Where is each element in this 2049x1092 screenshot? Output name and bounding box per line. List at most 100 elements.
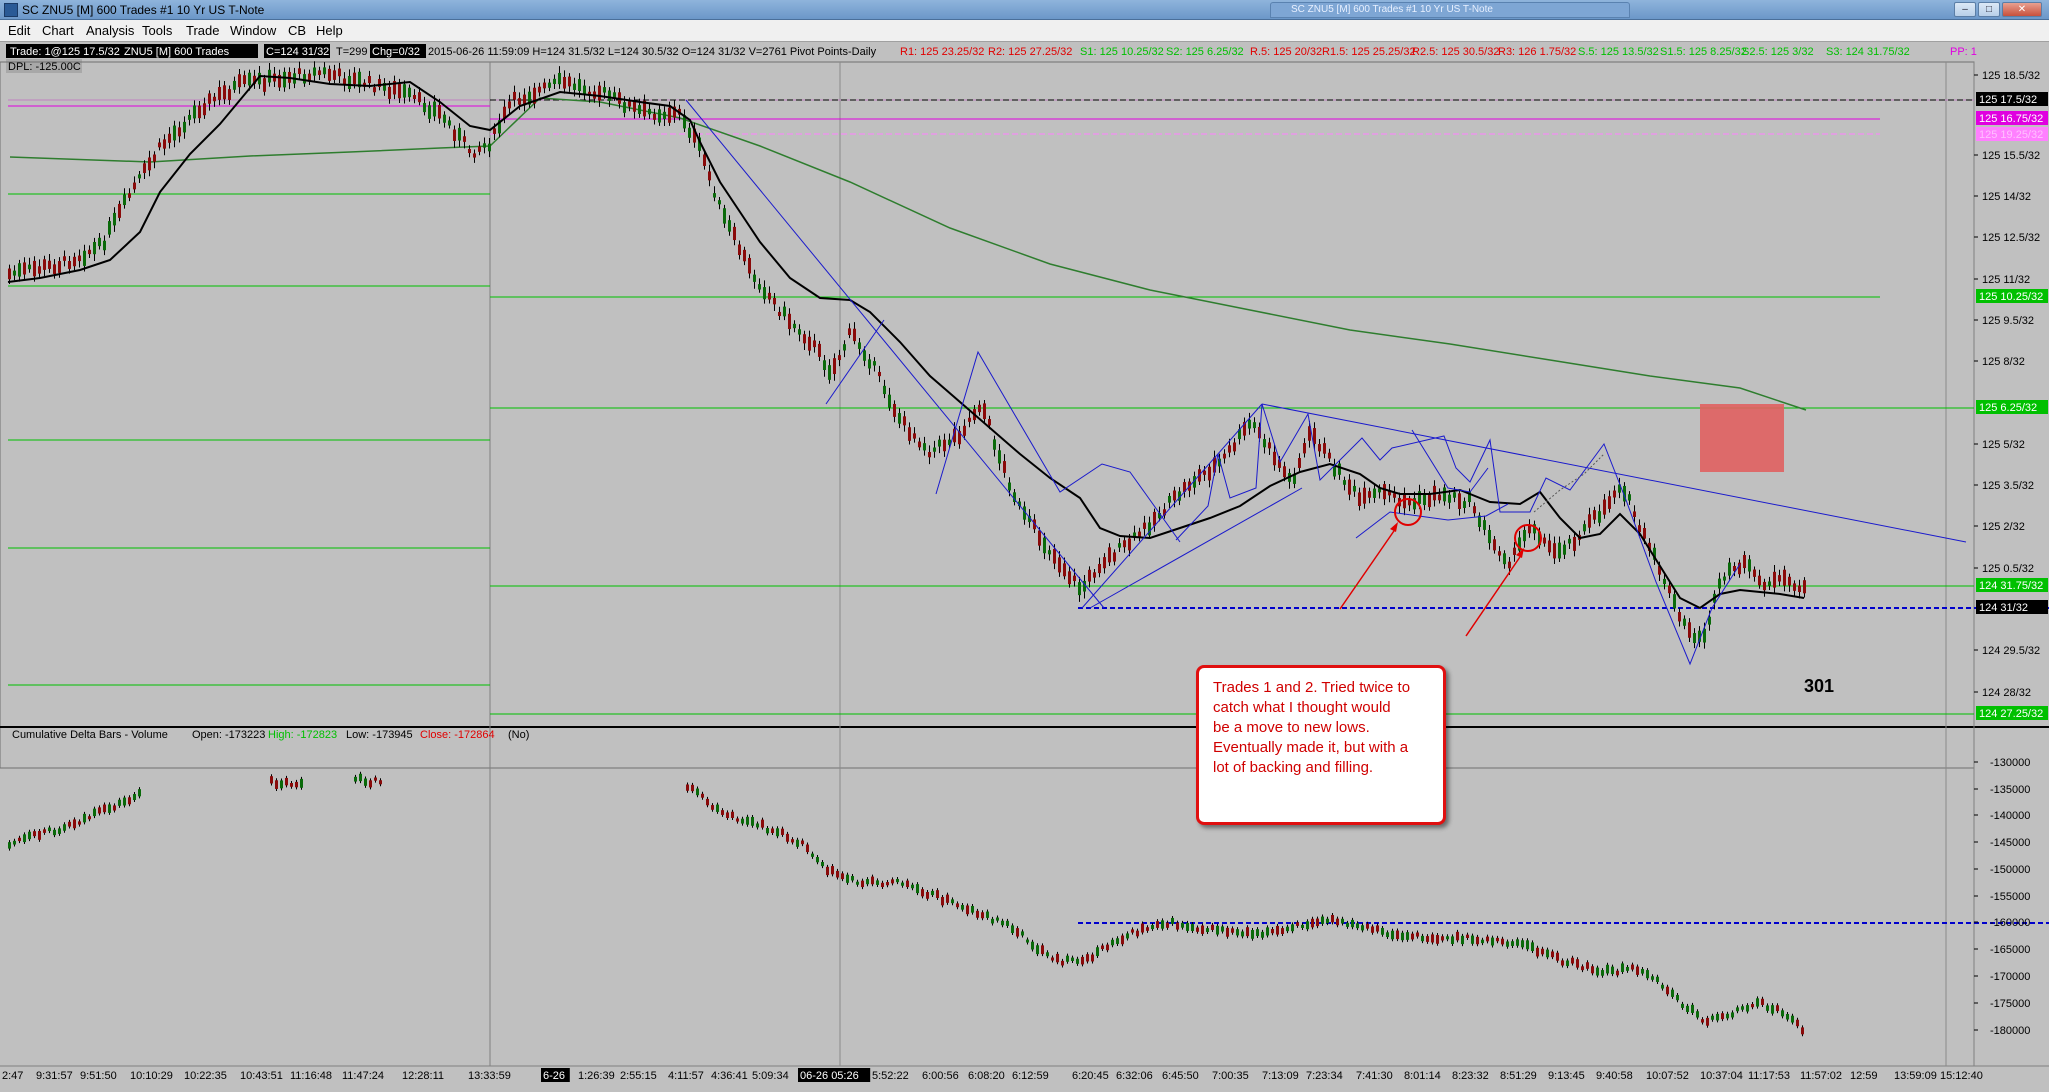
delta-bar <box>1456 931 1459 941</box>
candle-body <box>1008 482 1011 491</box>
delta-bar <box>1671 989 1674 997</box>
price-tick-label: 125 0.5/32 <box>1982 563 2034 575</box>
candle-body <box>963 425 966 436</box>
candle-body <box>1363 487 1366 504</box>
delta-bar <box>686 784 689 791</box>
menu-trade[interactable]: Trade <box>186 23 219 38</box>
price-marker-label: 125 17.5/32 <box>1979 94 2037 106</box>
menu-analysis[interactable]: Analysis <box>86 23 134 38</box>
delta-tick-label: -180000 <box>1990 1025 2030 1037</box>
candle-body <box>788 313 791 330</box>
delta-bar <box>1726 1013 1729 1019</box>
delta-bar <box>821 862 824 867</box>
candle-body <box>1113 552 1116 562</box>
menu-help[interactable]: Help <box>316 23 343 38</box>
candle-body <box>863 350 866 361</box>
time-label: 7:13:09 <box>1262 1070 1299 1082</box>
time-label: 6:08:20 <box>968 1070 1005 1082</box>
candle-body <box>928 451 931 458</box>
candle-body <box>1253 422 1256 429</box>
delta-bar <box>1696 1011 1699 1018</box>
menu-bar: Edit Chart Analysis Tools Trade Window C… <box>0 20 2049 42</box>
delta-bar <box>379 780 382 785</box>
maximize-button[interactable]: □ <box>1978 2 2000 17</box>
candle-body <box>348 75 351 89</box>
candle-body <box>1523 529 1526 542</box>
delta-bar <box>1206 928 1209 932</box>
delta-bar <box>1291 924 1294 932</box>
trade-callout: Trades 1 and 2. Tried twice to catch wha… <box>1196 665 1446 825</box>
delta-bar <box>861 880 864 888</box>
delta-bar <box>1306 921 1309 930</box>
chart-canvas[interactable]: Trade: 1@125 17.5/32 ZNU5 [M] 600 Trades… <box>0 42 2049 1092</box>
candle-body <box>1003 461 1006 473</box>
price-marker-label: 124 31.75/32 <box>1979 580 2043 592</box>
candle-body <box>1223 453 1226 459</box>
candle-body <box>1078 582 1081 596</box>
minimize-button[interactable]: – <box>1954 2 1976 17</box>
candle-body <box>188 114 191 120</box>
pivot-label: R3: 126 1.75/32 <box>1498 46 1576 58</box>
menu-cb[interactable]: CB <box>288 23 306 38</box>
delta-bar <box>1376 925 1379 932</box>
candle-body <box>228 89 231 100</box>
candle-body <box>193 105 196 119</box>
candle-body <box>983 403 986 420</box>
candle-body <box>878 371 881 377</box>
delta-bar <box>28 831 31 840</box>
pivot-labels: R1: 125 23.25/32 R2: 125 27.25/32 S1: 125 … <box>900 46 1977 58</box>
candle-body <box>1608 496 1611 509</box>
candle-body <box>1583 524 1586 532</box>
candle-body <box>1318 444 1321 452</box>
delta-bar <box>1786 1013 1789 1020</box>
delta-bar <box>691 784 694 792</box>
candle-body <box>428 105 431 119</box>
delta-bar <box>1471 935 1474 944</box>
delta-bar <box>1216 925 1219 935</box>
delta-bar <box>1266 927 1269 936</box>
delta-bar <box>369 780 372 788</box>
time-label: 2:47 <box>2 1070 23 1082</box>
delta-bar <box>1756 998 1759 1007</box>
menu-tools[interactable]: Tools <box>142 23 172 38</box>
delta-bar <box>128 797 131 805</box>
time-label: 6:20:45 <box>1072 1070 1109 1082</box>
candle-body <box>888 394 891 408</box>
menu-edit[interactable]: Edit <box>8 23 30 38</box>
chart-area[interactable]: Trade: 1@125 17.5/32 ZNU5 [M] 600 Trades… <box>0 42 2049 1092</box>
candle-body <box>1303 443 1306 454</box>
price-tick-label: 124 29.5/32 <box>1982 645 2040 657</box>
candle-body <box>53 264 56 275</box>
delta-bar <box>1136 930 1139 937</box>
candle-body <box>1328 452 1331 459</box>
close-button[interactable]: ✕ <box>2002 2 2042 17</box>
delta-bar <box>1381 927 1384 935</box>
title-bar: SC ZNU5 [M] 600 Trades #1 10 Yr US T-Not… <box>0 0 2049 20</box>
candle-body <box>1098 563 1101 574</box>
delta-bar <box>1496 937 1499 942</box>
delta-bar <box>771 828 774 833</box>
candle-body <box>1208 466 1211 481</box>
candle-body <box>403 84 406 98</box>
delta-bar <box>1371 926 1374 933</box>
delta-bar <box>1426 936 1429 942</box>
delta-bar <box>1616 970 1619 976</box>
delta-bar <box>1626 966 1629 971</box>
delta-bar <box>1236 929 1239 936</box>
delta-bar <box>1411 933 1414 940</box>
candle-body <box>1788 576 1791 586</box>
background-window-tab[interactable]: SC ZNU5 [M] 600 Trades #1 10 Yr US T-Not… <box>1270 2 1630 18</box>
delta-bar <box>1391 930 1394 940</box>
menu-chart[interactable]: Chart <box>42 23 74 38</box>
delta-bar <box>976 910 979 918</box>
delta-tick-label: -160000 <box>1990 917 2030 929</box>
menu-window[interactable]: Window <box>230 23 276 38</box>
delta-bar <box>961 905 964 910</box>
candle-body <box>1168 495 1171 503</box>
candle-body <box>738 244 741 256</box>
candle-body <box>443 114 446 123</box>
pivot-label: R1: 125 23.25/32 <box>900 46 984 58</box>
candle-body <box>1118 543 1121 548</box>
delta-bar <box>1276 925 1279 935</box>
delta-bar <box>374 777 377 781</box>
